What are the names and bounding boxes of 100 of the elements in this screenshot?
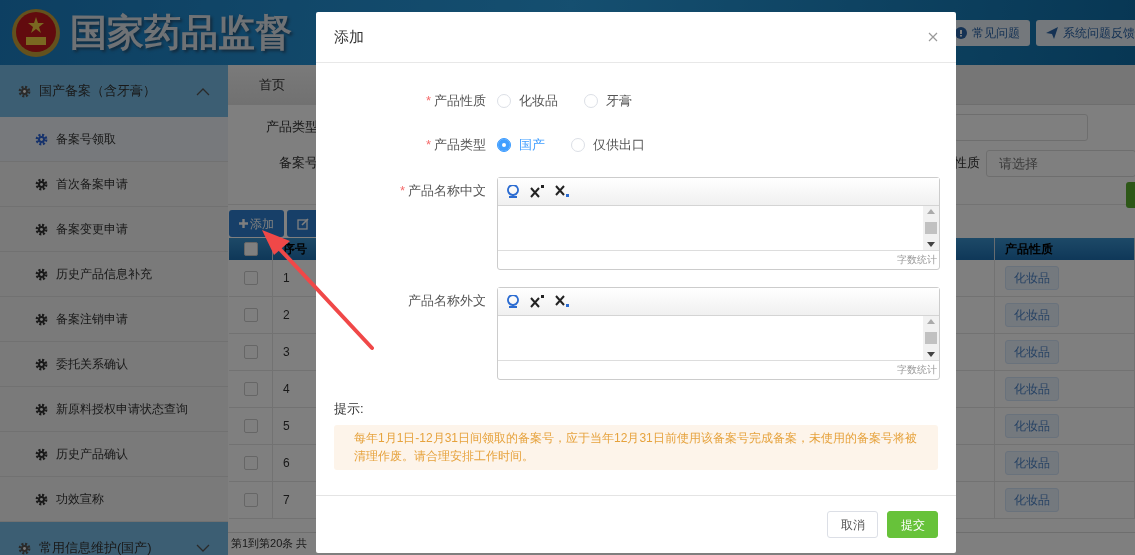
gear-icon — [35, 447, 48, 461]
dialog-title: 添加 — [334, 26, 364, 47]
scroll-down-icon[interactable] — [927, 242, 935, 247]
row-number: 3 — [283, 344, 290, 361]
text-editor[interactable]: 字数统计 — [497, 177, 940, 270]
radio-button[interactable] — [497, 138, 511, 152]
action-button[interactable] — [1126, 182, 1135, 208]
add-button[interactable]: 添加 — [229, 210, 284, 237]
item-label: 历史产品信息补充 — [56, 266, 152, 283]
checkbox[interactable] — [243, 493, 258, 507]
subscript-icon[interactable] — [555, 185, 570, 198]
chevron-icon[interactable] — [196, 86, 210, 96]
scrollbar[interactable] — [923, 316, 939, 360]
header-button[interactable]: 系统问题反馈 — [1036, 19, 1135, 46]
send-icon — [1046, 26, 1058, 39]
field-label: * 产品性质 — [424, 92, 486, 111]
sidebar-item[interactable]: 历史产品确认 — [0, 432, 228, 477]
omega-icon[interactable] — [506, 185, 520, 198]
filter-label: 备案号 — [278, 154, 318, 173]
row-number: 4 — [283, 381, 290, 398]
gear-icon — [35, 132, 48, 146]
gear-icon — [18, 541, 31, 555]
sidebar-item[interactable]: 首次备案申请 — [0, 162, 228, 207]
sidebar-item[interactable]: 备案注销申请 — [0, 297, 228, 342]
column-header: 产品性质 — [1005, 241, 1053, 258]
scroll-up-icon[interactable] — [927, 209, 935, 214]
edit-icon — [297, 217, 310, 230]
sidebar-item[interactable]: 备案变更申请 — [0, 207, 228, 252]
submit-button[interactable]: 提交 — [887, 511, 938, 538]
checkbox[interactable] — [243, 345, 258, 359]
chevron-icon[interactable] — [196, 543, 210, 553]
word-count: 字数统计 — [897, 254, 937, 265]
checkbox[interactable] — [243, 419, 258, 433]
gear-icon — [35, 492, 48, 506]
site-title: 国家药品监督 — [70, 10, 292, 55]
status-tag: 化妆品 — [1005, 451, 1059, 475]
scroll-up-icon[interactable] — [927, 319, 935, 324]
filter-label: 性质 — [953, 154, 980, 173]
gear-icon — [35, 222, 48, 236]
tab[interactable]: 首页 — [228, 65, 318, 105]
status-tag: 化妆品 — [1005, 303, 1059, 327]
item-label: 历史产品确认 — [56, 446, 128, 463]
status-tag: 化妆品 — [1005, 414, 1059, 438]
text-editor[interactable]: 字数统计 — [497, 287, 940, 380]
gear-icon — [35, 177, 48, 191]
status-tag: 化妆品 — [1005, 488, 1059, 512]
field-label: 产品名称外文 — [407, 292, 486, 310]
item-label: 备案号领取 — [56, 131, 116, 148]
cancel-button[interactable]: 取消 — [827, 511, 878, 538]
group-label: 国产备案（含牙膏） — [39, 82, 156, 101]
item-label: 委托关系确认 — [56, 356, 128, 373]
status-tag: 化妆品 — [1005, 266, 1059, 290]
row-number: 1 — [283, 270, 290, 287]
scroll-down-icon[interactable] — [927, 352, 935, 357]
sidebar-item[interactable]: 委托关系确认 — [0, 342, 228, 387]
emblem-icon — [10, 6, 62, 59]
select-field[interactable]: 请选择 — [986, 149, 1135, 177]
status-tag: 化妆品 — [1005, 340, 1059, 364]
gear-icon — [18, 84, 31, 98]
plus-icon — [239, 219, 248, 228]
scrollbar[interactable] — [923, 206, 939, 250]
field-label: * 产品类型 — [424, 136, 486, 155]
gear-icon — [35, 312, 48, 326]
row-number: 7 — [283, 492, 290, 509]
word-count: 字数统计 — [897, 364, 937, 375]
gear-icon — [35, 267, 48, 281]
superscript-icon[interactable] — [530, 295, 545, 308]
tip-message: 每年1月1日-12月31日间领取的备案号，应于当年12月31日前使用该备案号完成备案，未使用的备案号将被清理作废。请合理安排工作时间。 — [334, 424, 938, 470]
radio-option[interactable]: 化妆品 — [497, 91, 558, 111]
item-label: 功效宣称 — [56, 491, 104, 508]
radio-option[interactable]: 牙膏 — [584, 91, 632, 111]
sidebar-item[interactable]: 历史产品信息补充 — [0, 252, 228, 297]
tip-label: 提示: — [334, 400, 365, 418]
row-number: 5 — [283, 418, 290, 435]
group-label: 常用信息维护(国产) — [39, 539, 152, 555]
checkbox[interactable] — [243, 382, 258, 396]
pagination-text: 第1到第20条 共 — [231, 537, 308, 549]
item-label: 首次备案申请 — [56, 176, 128, 193]
row-number: 6 — [283, 455, 290, 472]
row-number: 2 — [283, 307, 290, 324]
radio-option[interactable]: 仅供出口 — [571, 135, 645, 155]
superscript-icon[interactable] — [530, 185, 545, 198]
item-label: 备案注销申请 — [56, 311, 128, 328]
gear-icon — [35, 402, 48, 416]
checkbox[interactable] — [243, 456, 258, 470]
radio-option[interactable]: 国产 — [497, 135, 545, 155]
close-icon[interactable] — [928, 32, 938, 42]
gear-icon — [35, 357, 48, 371]
omega-icon[interactable] — [506, 295, 520, 308]
sidebar-group[interactable]: 常用信息维护(国产) — [0, 522, 228, 555]
sidebar-item[interactable]: 新原料授权申请状态查询 — [0, 387, 228, 432]
filter-field[interactable] — [954, 113, 1088, 141]
sidebar-group[interactable]: 国产备案（含牙膏） — [0, 65, 228, 117]
checkbox[interactable] — [243, 271, 258, 285]
item-label: 新原料授权申请状态查询 — [56, 401, 188, 418]
item-label: 备案变更申请 — [56, 221, 128, 238]
checkbox[interactable] — [243, 308, 258, 322]
checkbox[interactable] — [243, 242, 258, 256]
subscript-icon[interactable] — [555, 295, 570, 308]
status-tag: 化妆品 — [1005, 377, 1059, 401]
